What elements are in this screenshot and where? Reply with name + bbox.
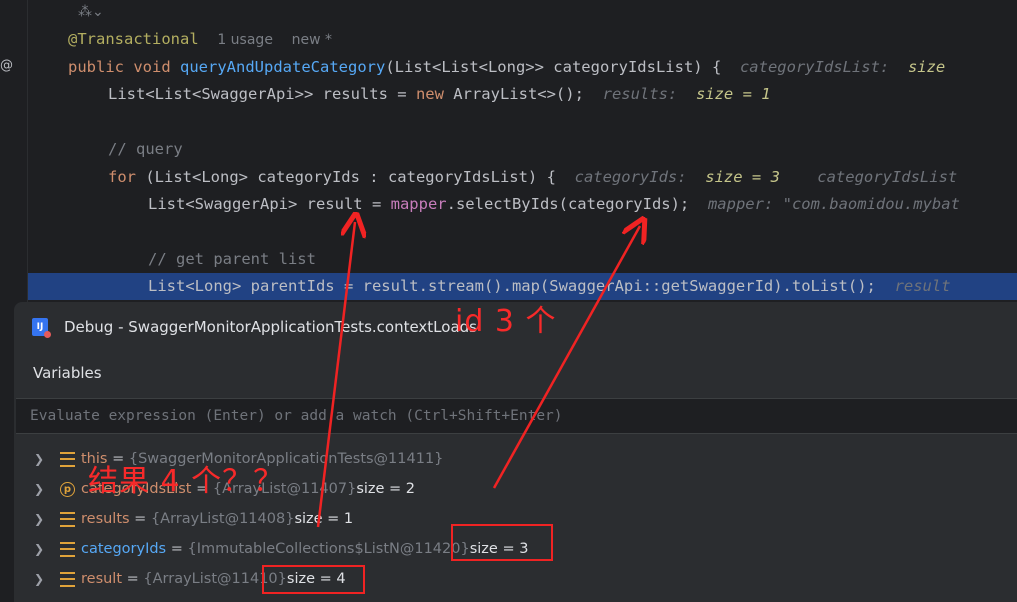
highlight-box-result-size bbox=[262, 565, 365, 594]
annotation-ids-note: id 3 个 bbox=[455, 304, 557, 339]
highlight-box-categoryids-size bbox=[451, 524, 553, 561]
arrow-to-selectbyids-arg bbox=[492, 226, 640, 489]
annotation-result-note: 结果 4 个？？ bbox=[88, 464, 285, 499]
arrow-to-result-var bbox=[316, 222, 355, 528]
